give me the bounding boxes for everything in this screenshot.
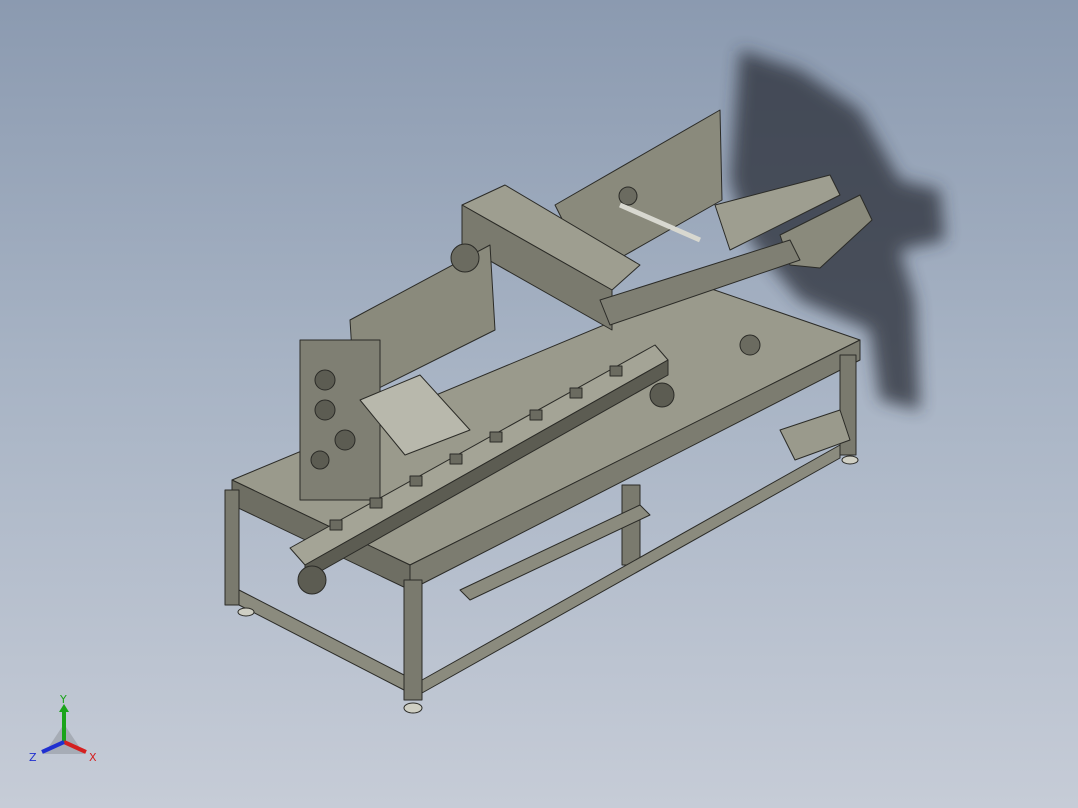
foot	[403, 702, 423, 714]
gear-icon	[314, 369, 336, 391]
gear-icon	[334, 429, 356, 451]
z-axis-label: Z	[29, 751, 37, 764]
wheel-icon	[450, 243, 480, 273]
y-axis-label: Y	[59, 694, 67, 706]
leg-front-mid	[403, 579, 423, 701]
lower-rail-front	[238, 589, 405, 691]
sprocket-icon	[297, 565, 327, 595]
handwheel-icon	[739, 334, 761, 356]
gear-icon	[310, 450, 330, 470]
foot	[237, 607, 255, 617]
drive-block	[299, 339, 381, 501]
machine-model[interactable]	[0, 0, 1078, 808]
leg-front-left	[224, 489, 240, 606]
bearing-icon	[618, 186, 638, 206]
foot	[841, 455, 859, 465]
orientation-triad[interactable]: Y X Z	[24, 694, 106, 770]
gear-icon	[314, 399, 336, 421]
sprocket-icon	[649, 382, 675, 408]
x-axis-label: X	[89, 751, 97, 764]
graphics-viewport[interactable]: Y X Z	[0, 0, 1078, 808]
